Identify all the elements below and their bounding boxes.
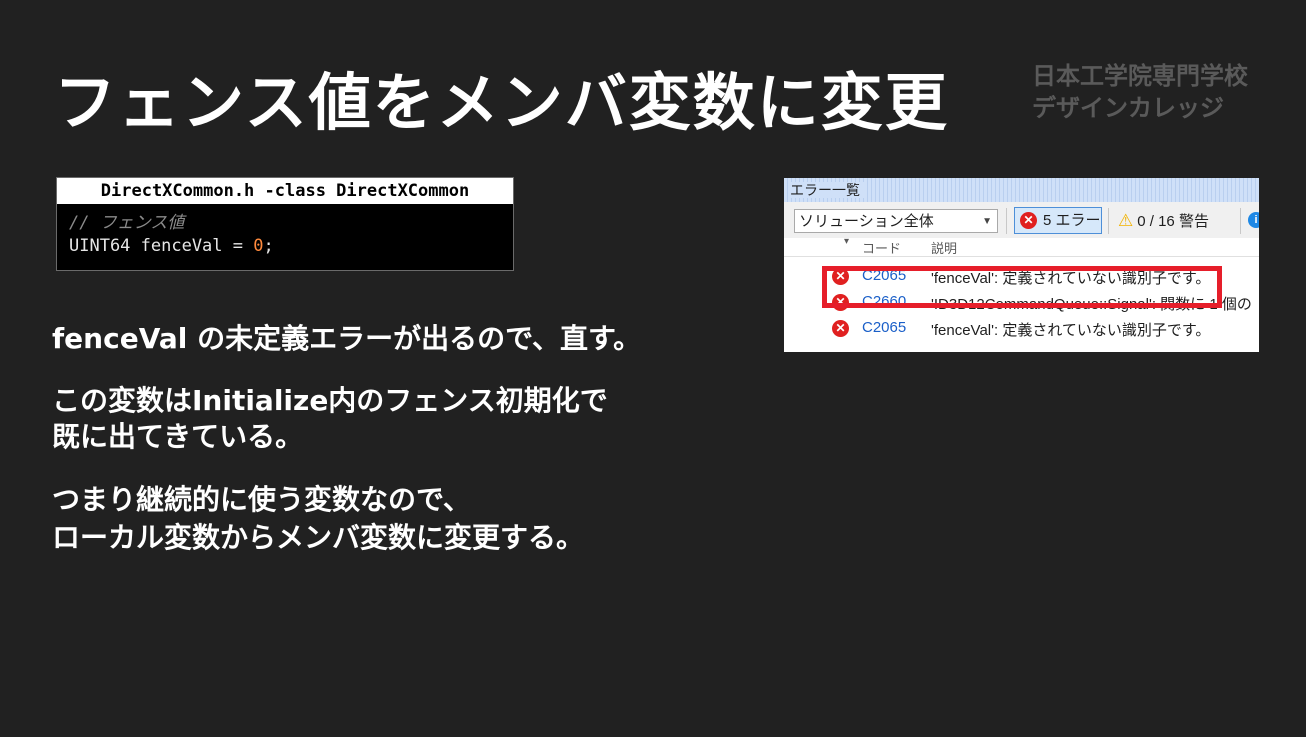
logo-line-1: 日本工学院専門学校 [1032,62,1248,90]
code-header: DirectXCommon.h -class DirectXCommon [57,178,513,204]
error-icon: ✕ [832,320,849,337]
toolbar-divider [1006,208,1007,234]
logo-line-2: デザインカレッジ [1032,94,1224,122]
error-row[interactable]: ✕ C2065 'fenceVal': 定義されていない識別子です。 [784,316,1259,342]
warning-icon: ⚠ [1118,211,1134,230]
error-row[interactable]: ✕ C2660 'ID3D12CommandQueue::Signal': 関数… [784,290,1259,316]
paragraph-2-line-1: この変数はInitialize内のフェンス初期化で [52,384,608,417]
error-icon: ✕ [832,268,849,285]
code-declaration: UINT64 fenceVal [69,236,233,256]
code-number: 0 [253,236,264,256]
error-code[interactable]: C2065 [862,267,906,284]
error-description: 'fenceVal': 定義されていない識別子です。 [931,322,1211,339]
code-body: // フェンス値 UINT64 fenceVal = 0; [57,204,513,266]
sort-icon[interactable]: ▾ [844,236,849,247]
code-semicolon: ; [263,236,274,256]
error-code[interactable]: C2065 [862,319,906,336]
error-row[interactable]: ✕ C2065 'fenceVal': 定義されていない識別子です。 [784,264,1259,290]
error-description: 'ID3D12CommandQueue::Signal': 関数に 1 個の [931,296,1252,313]
slide-title: フェンス値をメンバ変数に変更 [54,66,949,139]
paragraph-1: fenceVal の未定義エラーが出るので、直す。 [52,322,642,355]
error-list-window: エラー一覧 ソリューション全体 ▼ ✕ 5 エラー ⚠ 0 / 16 警告 i ▾… [784,178,1259,352]
error-description: 'fenceVal': 定義されていない識別子です。 [931,270,1211,287]
errors-filter-button[interactable]: ✕ 5 エラー [1014,207,1102,234]
error-list-column-headers: ▾ コード 説明 [784,236,1259,257]
code-line: UINT64 fenceVal = 0; [69,235,501,258]
scope-dropdown[interactable]: ソリューション全体 ▼ [794,209,998,233]
scope-value: ソリューション全体 [799,213,934,230]
column-header-code[interactable]: コード [862,238,901,257]
error-icon: ✕ [832,294,849,311]
toolbar-divider [1240,208,1241,234]
error-list-title: エラー一覧 [790,182,866,198]
paragraph-3-line-1: つまり継続的に使う変数なので、 [52,483,471,516]
paragraph-2-line-2: 既に出てきている。 [52,420,304,453]
chevron-down-icon: ▼ [982,216,992,227]
error-list-toolbar: ソリューション全体 ▼ ✕ 5 エラー ⚠ 0 / 16 警告 i [784,202,1259,238]
toolbar-divider [1108,208,1109,234]
info-icon[interactable]: i [1248,212,1259,228]
paragraph-3-line-2: ローカル変数からメンバ変数に変更する。 [52,521,585,554]
error-code[interactable]: C2660 [862,293,906,310]
column-header-description[interactable]: 説明 [931,238,957,257]
errors-filter-label: 5 エラー [1043,212,1101,229]
error-list-titlebar[interactable]: エラー一覧 [784,178,1259,202]
code-operator: = [232,236,254,256]
school-logo: 日本工学院専門学校 デザインカレッジ [1032,60,1248,124]
warnings-filter-label: 0 / 16 警告 [1137,213,1209,230]
code-snippet: DirectXCommon.h -class DirectXCommon // … [56,177,514,271]
warnings-filter-button[interactable]: ⚠ 0 / 16 警告 [1118,207,1209,234]
code-comment: // フェンス値 [69,213,185,233]
error-icon: ✕ [1020,212,1037,229]
